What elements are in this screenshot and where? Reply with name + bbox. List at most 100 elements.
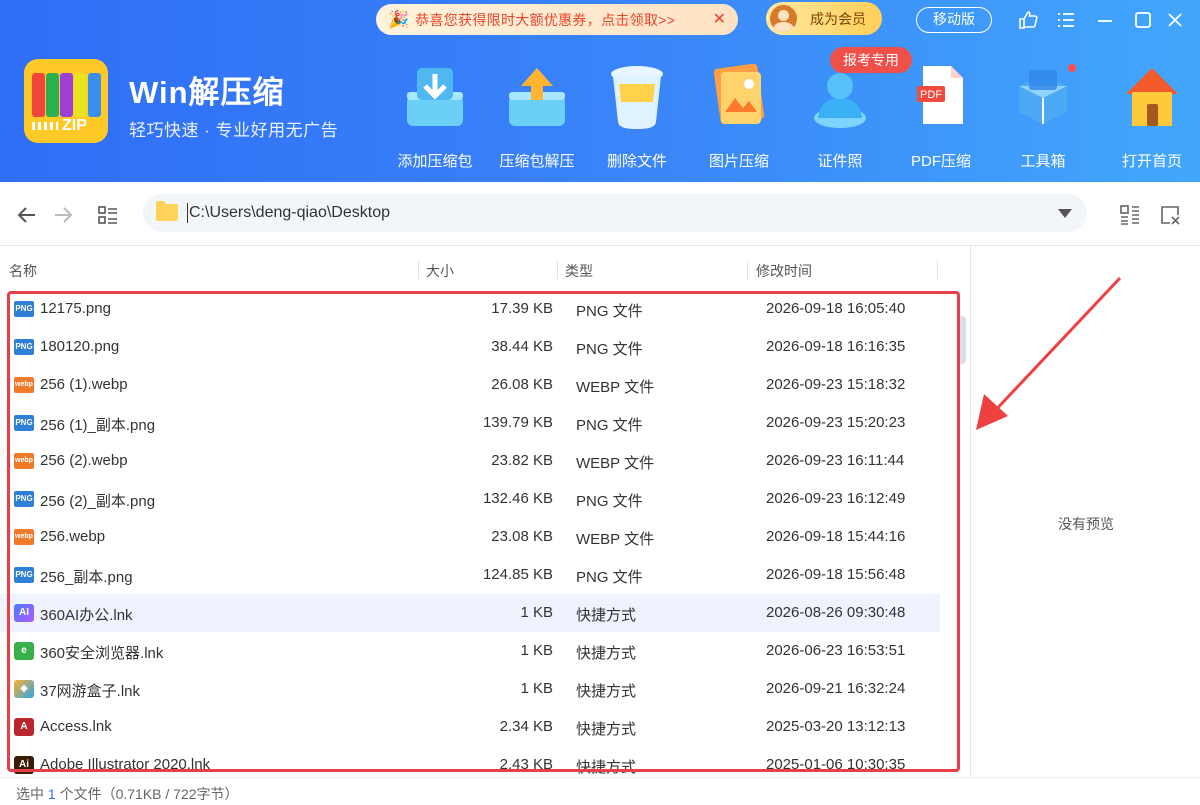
tool-add-archive[interactable]: 添加压缩包: [390, 62, 480, 172]
scrollbar-thumb[interactable]: [958, 316, 966, 364]
minimize-icon[interactable]: [1093, 8, 1117, 32]
file-type: PNG 文件: [576, 303, 643, 320]
ai-file-icon: AI: [14, 604, 34, 622]
tool-home[interactable]: 打开首页: [1107, 62, 1197, 172]
file-type: 快捷方式: [576, 759, 637, 776]
table-row[interactable]: A Access.lnk 2.34 KB 快捷方式 2025-03-20 13:12:1…: [0, 708, 940, 746]
tool-delete-file[interactable]: 删除文件: [592, 62, 682, 172]
file-type: PNG 文件: [576, 341, 643, 358]
path-input[interactable]: C:\Users\deng-qiao\Desktop: [143, 194, 1087, 232]
like-icon[interactable]: [1016, 8, 1040, 32]
menu-icon[interactable]: [1054, 8, 1078, 32]
table-row[interactable]: PNG 12175.png 17.39 KB PNG 文件 2026-09-18 16:…: [0, 290, 940, 328]
column-modified[interactable]: 修改时间: [756, 261, 812, 281]
preview-pane: 没有预览: [970, 246, 1200, 776]
file-size: 23.82 KB: [491, 452, 553, 469]
file-size: 1 KB: [520, 680, 553, 697]
folder-icon: [156, 201, 178, 221]
promo-text: 恭喜您获得限时大额优惠券，点击领取>>: [415, 11, 676, 28]
mobile-version-button[interactable]: 移动版: [916, 7, 992, 33]
file-size: 124.85 KB: [482, 566, 553, 583]
table-row[interactable]: PNG 256_副本.png 124.85 KB PNG 文件 2026-09-18 1…: [0, 556, 940, 594]
text-caret: [187, 203, 188, 223]
column-name[interactable]: 名称: [9, 261, 37, 281]
status-count: 1: [47, 786, 56, 802]
app-logo: ZIP: [24, 59, 108, 143]
promo-banner[interactable]: 🎉 恭喜您获得限时大额优惠券，点击领取>> ✕: [376, 4, 738, 35]
table-row[interactable]: webp 256 (1).webp 26.08 KB WEBP 文件 2026-09-2…: [0, 366, 940, 404]
delete-file-icon: [611, 66, 663, 129]
file-name: 37网游盒子.lnk: [40, 683, 141, 700]
table-row[interactable]: webp 256.webp 23.08 KB WEBP 文件 2026-09-18 15…: [0, 518, 940, 556]
webp-file-icon: webp: [14, 377, 34, 393]
tool-toolbox[interactable]: 工具箱: [998, 62, 1088, 172]
close-promo-icon[interactable]: ✕: [713, 9, 726, 29]
file-size: 23.08 KB: [491, 528, 553, 545]
png-file-icon: PNG: [14, 415, 34, 431]
table-row[interactable]: ◆ 37网游盒子.lnk 1 KB 快捷方式 2026-09-21 16:32:24: [0, 670, 940, 708]
file-type: WEBP 文件: [576, 531, 655, 548]
tool-label: 添加压缩包: [397, 153, 473, 170]
brand-name: Win解压缩: [129, 75, 285, 110]
table-row[interactable]: PNG 180120.png 38.44 KB PNG 文件 2026-09-18 16…: [0, 328, 940, 366]
tool-label: 图片压缩: [708, 153, 769, 170]
column-type[interactable]: 类型: [565, 261, 593, 281]
file-name: 256 (1).webp: [40, 376, 128, 393]
file-type: WEBP 文件: [576, 455, 655, 472]
file-type: 快捷方式: [576, 607, 637, 624]
tool-pdf-compress[interactable]: PDF PDF压缩: [896, 62, 986, 172]
file-date: 2026-09-18 15:44:16: [766, 528, 906, 545]
tool-image-compress[interactable]: 图片压缩: [694, 62, 784, 172]
tool-id-photo[interactable]: 证件照: [795, 62, 885, 172]
home-icon: [1126, 68, 1178, 126]
file-size: 17.39 KB: [491, 300, 553, 317]
ai-adobe-file-icon: Ai: [14, 756, 34, 774]
brand-slogan: 轻巧快速 · 专业好用无广告: [129, 121, 339, 140]
add-archive-icon: [407, 68, 463, 126]
file-date: 2026-09-18 16:16:35: [766, 338, 906, 355]
svg-text:PDF: PDF: [920, 89, 942, 101]
tool-label: 工具箱: [1020, 153, 1066, 170]
file-date: 2025-03-20 13:12:13: [766, 718, 906, 735]
table-row[interactable]: AI 360AI办公.lnk 1 KB 快捷方式 2026-08-26 09:30:48: [0, 594, 940, 632]
maximize-icon[interactable]: [1131, 8, 1155, 32]
browser-file-icon: e: [14, 642, 34, 660]
vip-label: 成为会员: [810, 10, 866, 27]
file-name: 360安全浏览器.lnk: [40, 645, 164, 662]
access-file-icon: A: [14, 718, 34, 736]
view-list-icon[interactable]: [95, 202, 121, 228]
file-type: 快捷方式: [576, 721, 637, 738]
forward-arrow-icon[interactable]: [50, 202, 76, 228]
file-date: 2026-09-18 16:05:40: [766, 300, 906, 317]
back-arrow-icon[interactable]: [14, 202, 40, 228]
file-type: 快捷方式: [576, 645, 637, 662]
file-rows: PNG 12175.png 17.39 KB PNG 文件 2026-09-18 16:…: [0, 290, 940, 784]
close-preview-icon[interactable]: [1157, 202, 1183, 228]
id-photo-icon: [814, 73, 866, 128]
table-row[interactable]: PNG 256 (2)_副本.png 132.46 KB PNG 文件 2026-09-…: [0, 480, 940, 518]
chevron-down-icon[interactable]: [1058, 209, 1072, 218]
file-size: 139.79 KB: [482, 414, 553, 431]
status-suffix: 个文件（0.71KB / 722字节）: [59, 786, 239, 802]
table-row[interactable]: webp 256 (2).webp 23.82 KB WEBP 文件 2026-09-2…: [0, 442, 940, 480]
layout-toggle-icon[interactable]: [1117, 202, 1143, 228]
file-name: 360AI办公.lnk: [40, 607, 133, 624]
table-row[interactable]: PNG 256 (1)_副本.png 139.79 KB PNG 文件 2026-09-…: [0, 404, 940, 442]
file-date: 2025-01-06 10:30:35: [766, 756, 906, 773]
file-type: PNG 文件: [576, 417, 643, 434]
table-row[interactable]: e 360安全浏览器.lnk 1 KB 快捷方式 2026-06-23 16:53:51: [0, 632, 940, 670]
close-window-icon[interactable]: [1163, 8, 1187, 32]
png-file-icon: PNG: [14, 301, 34, 317]
column-header: 名称 大小 类型 修改时间: [0, 246, 970, 292]
avatar-icon: [770, 5, 797, 32]
png-file-icon: PNG: [14, 567, 34, 583]
webp-file-icon: webp: [14, 529, 34, 545]
tool-extract-archive[interactable]: 压缩包解压: [492, 62, 582, 172]
navigation-bar: C:\Users\deng-qiao\Desktop: [0, 182, 1200, 246]
party-icon: 🎉: [388, 9, 410, 29]
file-size: 38.44 KB: [491, 338, 553, 355]
file-size: 1 KB: [520, 604, 553, 621]
tool-label: 打开首页: [1121, 153, 1182, 170]
vip-button[interactable]: 成为会员: [766, 2, 882, 35]
column-size[interactable]: 大小: [426, 261, 454, 281]
